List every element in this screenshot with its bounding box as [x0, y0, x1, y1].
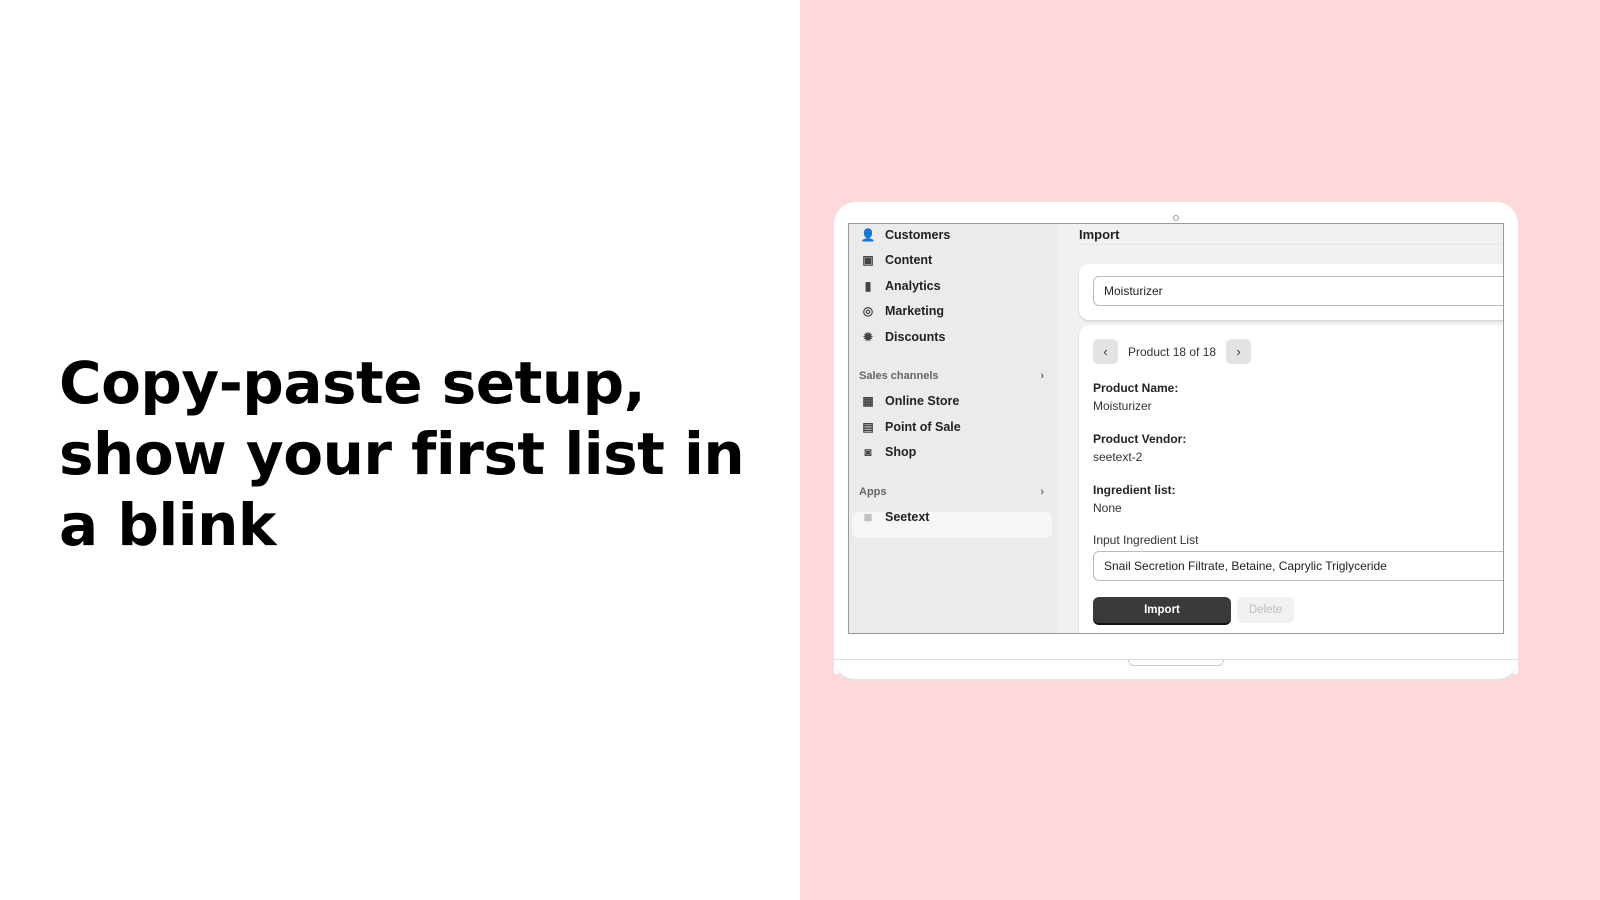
label: Content — [885, 253, 933, 267]
label: Sales channels — [859, 370, 939, 382]
discount-badge-icon: ✹ — [862, 330, 874, 344]
ingredient-list-input[interactable]: Snail Secretion Filtrate, Betaine, Capry… — [1093, 551, 1503, 581]
content-icon: ▣ — [862, 253, 874, 267]
product-card: ‹ Product 18 of 18 › Product Name: Moist… — [1079, 325, 1503, 633]
camera-dot — [1173, 215, 1179, 221]
divider — [1080, 244, 1503, 245]
label: Discounts — [885, 330, 946, 344]
label: Marketing — [885, 304, 945, 318]
chevron-left-icon: ‹ — [1103, 344, 1108, 359]
delete-button[interactable]: Delete — [1237, 597, 1294, 623]
app-screen: 👤 Customers ▣ Content ▮ Analytics ◎ Marketin… — [848, 223, 1504, 634]
product-name-value: Moisturizer — [1093, 399, 1152, 413]
target-icon: ◎ — [862, 304, 874, 318]
apps-header[interactable]: Apps › — [859, 486, 1044, 498]
label: Point of Sale — [885, 420, 961, 434]
sidebar-item-customers[interactable]: 👤 Customers — [860, 228, 951, 242]
pos-icon: ▤ — [862, 420, 874, 434]
ingredients-value: None — [1093, 501, 1122, 515]
ingredients-label: Ingredient list: — [1093, 483, 1176, 497]
label: Seetext — [885, 510, 930, 524]
sidebar-item-point-of-sale[interactable]: ▤ Point of Sale — [861, 420, 961, 434]
laptop-base — [834, 659, 1518, 681]
product-search-input[interactable]: Moisturizer — [1093, 276, 1503, 306]
chevron-right-icon: › — [1040, 370, 1044, 382]
laptop-notch — [1128, 660, 1224, 666]
shop-icon: ◙ — [864, 445, 872, 459]
sidebar-item-discounts[interactable]: ✹ Discounts — [861, 330, 945, 344]
input-ingredient-label: Input Ingredient List — [1093, 533, 1199, 547]
chevron-right-icon: › — [1236, 344, 1241, 359]
laptop-mockup: 👤 Customers ▣ Content ▮ Analytics ◎ Marketin… — [834, 202, 1518, 674]
label: Shop — [885, 445, 917, 459]
left-panel: Copy-paste setup, show your first list i… — [0, 0, 800, 900]
page-title: Import — [1079, 227, 1120, 242]
pager: ‹ Product 18 of 18 › — [1093, 339, 1252, 364]
previous-button[interactable]: ‹ — [1093, 339, 1118, 364]
main-content: Import Moisturizer ‹ Product 18 of 18 › … — [1057, 224, 1503, 633]
next-button[interactable]: › — [1226, 339, 1252, 364]
headline: Copy-paste setup, show your first list i… — [59, 349, 745, 559]
bar-chart-icon: ▮ — [864, 279, 872, 293]
label: Online Store — [885, 394, 960, 408]
sales-channels-header[interactable]: Sales channels › — [859, 370, 1044, 382]
chevron-right-icon: › — [1040, 486, 1044, 498]
sidebar-item-shop[interactable]: ◙ Shop — [861, 445, 916, 459]
sidebar-item-marketing[interactable]: ◎ Marketing — [861, 304, 944, 318]
app-grid-icon: ▦ — [863, 511, 873, 522]
sidebar: 👤 Customers ▣ Content ▮ Analytics ◎ Marketin… — [849, 224, 1057, 633]
product-name-label: Product Name: — [1093, 381, 1179, 395]
sidebar-item-online-store[interactable]: ▦ Online Store — [861, 394, 959, 408]
search-card: Moisturizer — [1079, 264, 1503, 320]
vendor-value: seetext-2 — [1093, 450, 1143, 464]
person-icon: 👤 — [860, 228, 876, 242]
import-button[interactable]: Import — [1093, 597, 1231, 623]
label: Apps — [859, 486, 887, 498]
pager-label: Product 18 of 18 — [1128, 344, 1217, 359]
sidebar-item-analytics[interactable]: ▮ Analytics — [861, 279, 941, 293]
sidebar-item-content[interactable]: ▣ Content — [861, 253, 932, 267]
store-icon: ▦ — [862, 394, 874, 408]
label: Analytics — [885, 279, 941, 293]
sidebar-item-seetext[interactable]: ▦ Seetext — [861, 510, 930, 524]
label: Customers — [885, 228, 951, 242]
vendor-label: Product Vendor: — [1093, 432, 1187, 446]
